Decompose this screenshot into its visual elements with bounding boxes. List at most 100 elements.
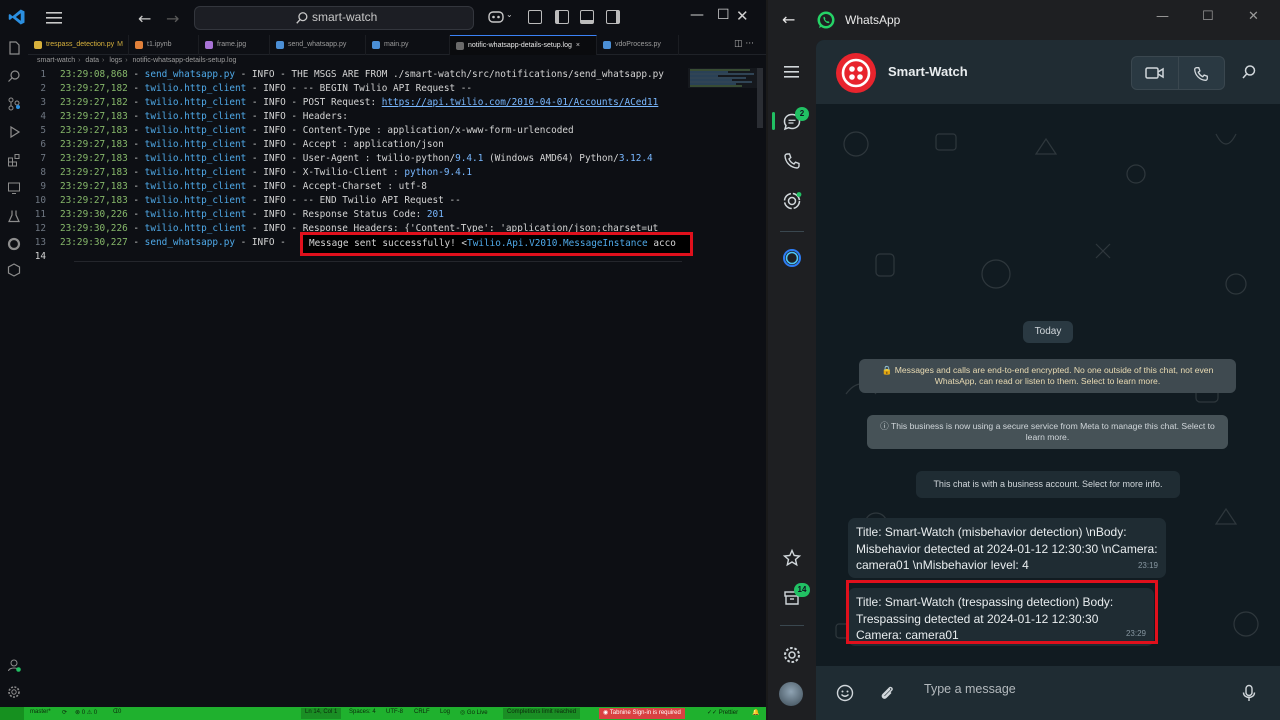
command-center-search[interactable]: smart-watch xyxy=(194,6,474,30)
completions-status[interactable]: Completions limit reached xyxy=(503,708,581,719)
minimize-button[interactable]: — xyxy=(690,7,704,23)
remote-indicator[interactable] xyxy=(0,707,24,720)
remote-explorer-icon[interactable] xyxy=(7,181,21,195)
testing-icon[interactable] xyxy=(7,209,21,223)
go-live-button[interactable]: ◎ Go Live xyxy=(460,709,488,716)
emoji-icon[interactable] xyxy=(836,684,854,702)
problems-indicator[interactable]: ⊗ 0 ⚠ 0 xyxy=(75,709,97,716)
containers-icon[interactable] xyxy=(7,263,21,277)
sync-icon[interactable]: ⟳ xyxy=(62,709,67,716)
toggle-primary-sidebar-icon[interactable] xyxy=(555,10,569,24)
tab-close-icon[interactable]: × xyxy=(576,42,580,49)
log-separator: - xyxy=(127,139,145,150)
breadcrumb-item[interactable]: data xyxy=(85,57,99,64)
notifications-bell-icon[interactable]: 🔔 xyxy=(752,709,759,716)
indentation[interactable]: Spaces: 4 xyxy=(349,709,376,715)
api-url-link[interactable]: https://api.twilio.com/2010-04-01/Accoun… xyxy=(382,97,659,108)
gitlens-icon[interactable] xyxy=(7,237,21,251)
business-account-notice[interactable]: This chat is with a business account. Se… xyxy=(916,471,1180,498)
settings-gear-icon[interactable] xyxy=(7,685,21,699)
tab-main-py[interactable]: main.py xyxy=(366,35,450,55)
close-button[interactable]: ✕ xyxy=(1248,9,1259,24)
close-button[interactable]: ✕ xyxy=(736,7,749,25)
toggle-panel-icon[interactable] xyxy=(580,10,594,24)
message-list[interactable]: Today 🔒 Messages and calls are end-to-en… xyxy=(816,104,1280,666)
profile-avatar[interactable] xyxy=(779,682,803,706)
language-mode[interactable]: Log xyxy=(440,709,450,715)
voice-call-icon[interactable] xyxy=(1192,65,1210,83)
extensions-icon[interactable] xyxy=(7,153,21,167)
encryption-notice[interactable]: 🔒 Messages and calls are end-to-end encr… xyxy=(859,359,1236,393)
prettier-status[interactable]: ✓✓ Prettier xyxy=(707,709,738,716)
source-control-icon[interactable] xyxy=(7,97,21,111)
log-module: twilio.http_client xyxy=(144,111,247,122)
settings-gear-icon[interactable] xyxy=(782,645,802,665)
log-timestamp: 23:29:27,183 xyxy=(60,181,128,192)
breadcrumb-item[interactable]: logs xyxy=(109,57,122,64)
explorer-icon[interactable] xyxy=(7,41,21,55)
tab-frame-jpg[interactable]: frame.jpg xyxy=(199,35,270,55)
message-input[interactable]: Type a message xyxy=(924,682,1016,696)
calls-icon[interactable] xyxy=(782,151,802,171)
tab-vdoprocess[interactable]: vdoProcess.py xyxy=(597,35,679,55)
search-text: smart-watch xyxy=(312,10,378,24)
git-branch[interactable]: master* xyxy=(30,709,51,715)
microphone-icon[interactable] xyxy=(1241,684,1257,702)
active-tab-indicator xyxy=(772,112,775,130)
search-icon[interactable] xyxy=(1241,64,1257,80)
copilot-dropdown-icon[interactable]: ⌄ xyxy=(506,10,513,19)
encoding[interactable]: UTF-8 xyxy=(386,709,403,715)
attach-paperclip-icon[interactable] xyxy=(878,684,896,702)
chat-header[interactable]: Smart-Watch xyxy=(816,40,1280,104)
line-ending[interactable]: CRLF xyxy=(414,709,430,715)
run-debug-icon[interactable] xyxy=(7,125,21,139)
breadcrumb-item[interactable]: notific-whatsapp-details-setup.log xyxy=(132,57,236,64)
line-number: 2 xyxy=(40,83,46,94)
meta-service-notice[interactable]: ⓘ This business is now using a secure se… xyxy=(867,415,1228,449)
minimap[interactable] xyxy=(688,68,758,88)
contact-name[interactable]: Smart-Watch xyxy=(888,64,968,79)
back-arrow-icon[interactable]: ← xyxy=(782,10,795,29)
code-line: 3 23:29:27,182 - twilio.http_client - INF… xyxy=(28,96,684,110)
log-module: twilio.http_client xyxy=(144,83,247,94)
video-call-icon[interactable] xyxy=(1145,65,1165,81)
log-separator: - xyxy=(127,111,145,122)
accounts-icon[interactable] xyxy=(7,658,21,672)
toggle-secondary-sidebar-icon[interactable] xyxy=(606,10,620,24)
tab-t1-ipynb[interactable]: t1.ipynb xyxy=(129,35,199,55)
date-chip: Today xyxy=(1023,321,1073,343)
tab-trespass-detection[interactable]: trespass_detection.py M xyxy=(28,35,129,55)
menu-icon[interactable] xyxy=(782,62,802,82)
hamburger-menu-icon[interactable] xyxy=(44,9,64,27)
maximize-button[interactable]: ☐ xyxy=(1202,9,1214,24)
tab-send-whatsapp[interactable]: send_whatsapp.py xyxy=(270,35,366,55)
nav-forward-icon[interactable]: → xyxy=(166,9,179,28)
editor-scrollbar[interactable] xyxy=(756,68,764,708)
scrollbar-thumb[interactable] xyxy=(757,68,763,128)
nav-back-icon[interactable]: ← xyxy=(138,9,151,28)
tab-label: t1.ipynb xyxy=(147,41,172,48)
customize-layout-icon[interactable] xyxy=(528,10,542,24)
maximize-button[interactable]: ☐ xyxy=(717,7,730,23)
ports-indicator[interactable]: ᗧ0 xyxy=(113,709,121,716)
tabnine-status[interactable]: ◉ Tabnine Sign-in is required xyxy=(599,708,685,719)
breadcrumb-item[interactable]: smart-watch xyxy=(37,57,75,64)
tab-notific-whatsapp-log[interactable]: notific-whatsapp-details-setup.log × xyxy=(450,35,597,55)
code-line: 7 23:29:27,183 - twilio.http_client - INF… xyxy=(28,152,684,166)
python-file-icon xyxy=(276,41,284,49)
meta-ai-icon[interactable] xyxy=(782,248,802,268)
minimize-button[interactable]: — xyxy=(1156,9,1169,24)
split-editor-icon[interactable]: ◫ ··· xyxy=(734,39,754,49)
modified-marker: M xyxy=(117,41,123,48)
tab-label: notific-whatsapp-details-setup.log xyxy=(468,42,572,49)
search-icon[interactable] xyxy=(7,69,21,83)
starred-messages-icon[interactable] xyxy=(782,548,802,568)
status-icon[interactable] xyxy=(782,191,802,211)
message-bubble[interactable]: Title: Smart-Watch (misbehavior detectio… xyxy=(848,518,1166,578)
breadcrumb-separator: › xyxy=(125,57,128,64)
copilot-icon[interactable] xyxy=(488,10,504,24)
cursor-position[interactable]: Ln 14, Col 1 xyxy=(301,708,342,719)
contact-avatar-twilio-logo-icon[interactable] xyxy=(836,53,876,93)
code-editor[interactable]: 1 23:29:08,868 - send_whatsapp.py - INFO … xyxy=(28,68,688,708)
log-message: - INFO - Accept : application/json xyxy=(246,139,444,150)
